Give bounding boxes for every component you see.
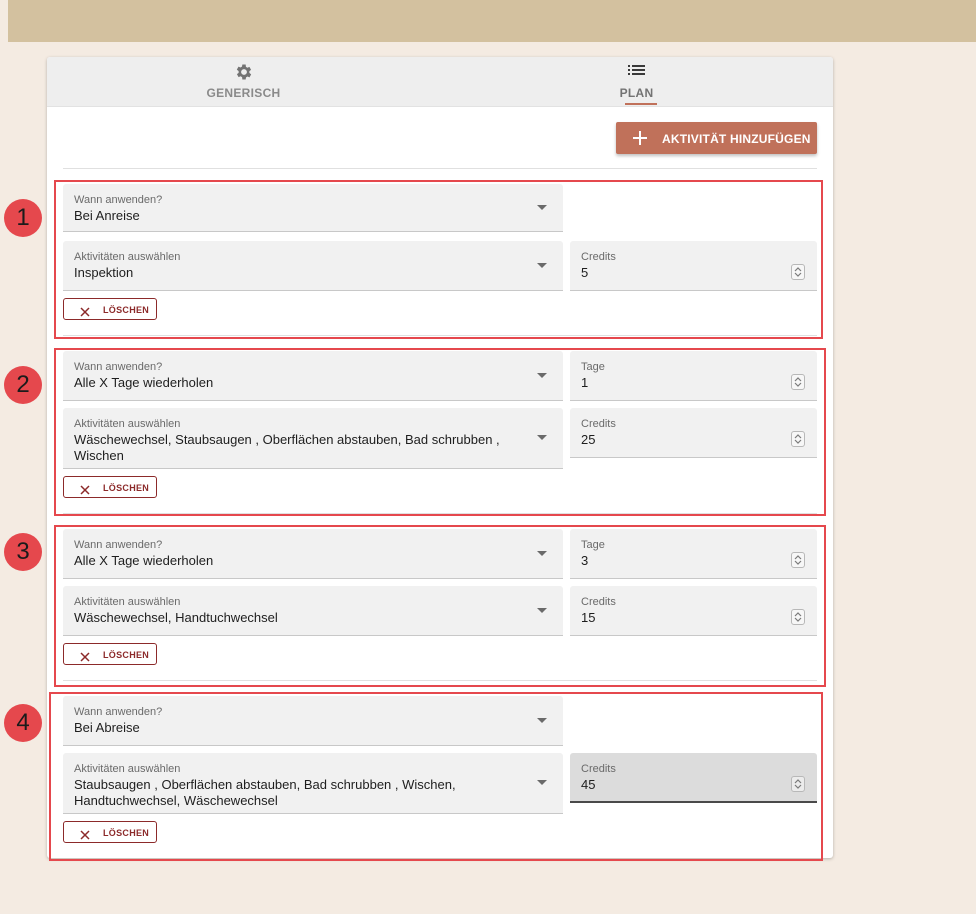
tab-generisch[interactable]: GENERISCH	[47, 57, 440, 107]
delete-label: LÖSCHEN	[103, 650, 150, 660]
activities-value: Staubsaugen , Oberflächen abstauben, Bad…	[74, 777, 456, 808]
add-activity-label: AKTIVITÄT HINZUFÜGEN	[662, 132, 811, 146]
days-value: 1	[581, 375, 589, 390]
days-value: 3	[581, 553, 589, 568]
credits-input-1[interactable]: Credits 5	[570, 241, 817, 291]
credits-input-3[interactable]: Credits 15	[570, 586, 817, 636]
dropdown-caret-icon	[537, 607, 547, 613]
when-value: Alle X Tage wiederholen	[74, 375, 214, 390]
spinner-icon[interactable]	[791, 609, 805, 625]
when-select-3[interactable]: Wann anwenden? Alle X Tage wiederholen	[63, 529, 563, 579]
credits-value: 45	[581, 777, 596, 792]
plan-card: GENERISCH PLAN AKTIVITÄT HINZUFÜGEN Wann…	[47, 57, 833, 858]
tab-plan[interactable]: PLAN	[440, 57, 833, 107]
dropdown-caret-icon	[537, 717, 547, 723]
delete-label: LÖSCHEN	[103, 305, 150, 315]
delete-button-3[interactable]: LÖSCHEN	[63, 643, 157, 665]
spinner-icon[interactable]	[791, 374, 805, 390]
days-input-3[interactable]: Tage 3	[570, 529, 817, 579]
when-value: Bei Abreise	[74, 720, 140, 735]
when-value: Bei Anreise	[74, 208, 140, 223]
credits-value: 25	[581, 432, 596, 447]
credits-value: 5	[581, 265, 589, 280]
delete-button-4[interactable]: LÖSCHEN	[63, 821, 157, 843]
delete-button-2[interactable]: LÖSCHEN	[63, 476, 157, 498]
divider	[63, 168, 817, 169]
list-icon	[627, 62, 646, 83]
credits-value: 15	[581, 610, 596, 625]
when-label: Wann anwenden?	[74, 194, 163, 206]
dropdown-caret-icon	[537, 204, 547, 210]
activities-value: Wäschewechsel, Staubsaugen , Oberflächen…	[74, 432, 500, 463]
credits-label: Credits	[581, 251, 616, 263]
spinner-icon[interactable]	[791, 431, 805, 447]
active-tab-indicator	[625, 103, 657, 105]
spinner-icon[interactable]	[791, 264, 805, 280]
when-label: Wann anwenden?	[74, 361, 163, 373]
annotation-badge-2: 2	[4, 366, 42, 404]
when-label: Wann anwenden?	[74, 706, 163, 718]
delete-button-1[interactable]: LÖSCHEN	[63, 298, 157, 320]
dropdown-caret-icon	[537, 550, 547, 556]
credits-input-2[interactable]: Credits 25	[570, 408, 817, 458]
dropdown-caret-icon	[537, 372, 547, 378]
add-activity-button[interactable]: AKTIVITÄT HINZUFÜGEN	[616, 122, 817, 154]
plus-icon	[632, 130, 648, 151]
tab-generisch-label: GENERISCH	[206, 86, 281, 100]
when-label: Wann anwenden?	[74, 539, 163, 551]
close-icon	[80, 304, 90, 322]
spinner-icon[interactable]	[791, 552, 805, 568]
activities-value: Inspektion	[74, 265, 134, 280]
dropdown-caret-icon	[537, 435, 547, 440]
tab-bar: GENERISCH PLAN	[47, 57, 833, 107]
delete-label: LÖSCHEN	[103, 828, 150, 838]
activities-label: Aktivitäten auswählen	[74, 418, 181, 430]
delete-label: LÖSCHEN	[103, 483, 150, 493]
activities-select-4[interactable]: Aktivitäten auswählen Staubsaugen , Ober…	[63, 753, 563, 814]
credits-label: Credits	[581, 596, 616, 608]
divider	[63, 513, 817, 514]
close-icon	[80, 649, 90, 667]
activities-value: Wäschewechsel, Handtuchwechsel	[74, 610, 278, 625]
spinner-icon[interactable]	[791, 776, 805, 792]
gear-icon	[234, 62, 254, 87]
activities-select-1[interactable]: Aktivitäten auswählen Inspektion	[63, 241, 563, 291]
credits-label: Credits	[581, 763, 616, 775]
activities-label: Aktivitäten auswählen	[74, 763, 181, 775]
days-label: Tage	[581, 539, 605, 551]
annotation-badge-1: 1	[4, 199, 42, 237]
top-bar	[8, 0, 976, 42]
annotation-badge-3: 3	[4, 533, 42, 571]
when-select-1[interactable]: Wann anwenden? Bei Anreise	[63, 184, 563, 232]
when-value: Alle X Tage wiederholen	[74, 553, 214, 568]
days-label: Tage	[581, 361, 605, 373]
days-input-2[interactable]: Tage 1	[570, 351, 817, 401]
close-icon	[80, 482, 90, 500]
activities-select-2[interactable]: Aktivitäten auswählen Wäschewechsel, Sta…	[63, 408, 563, 469]
divider	[63, 335, 817, 336]
annotation-badge-4: 4	[4, 704, 42, 742]
dropdown-caret-icon	[537, 262, 547, 268]
when-select-4[interactable]: Wann anwenden? Bei Abreise	[63, 696, 563, 746]
activities-label: Aktivitäten auswählen	[74, 596, 181, 608]
when-select-2[interactable]: Wann anwenden? Alle X Tage wiederholen	[63, 351, 563, 401]
divider	[63, 680, 817, 681]
tab-plan-label: PLAN	[619, 86, 654, 100]
activities-label: Aktivitäten auswählen	[74, 251, 181, 263]
dropdown-caret-icon	[537, 780, 547, 785]
credits-input-4[interactable]: Credits 45	[570, 753, 817, 803]
close-icon	[80, 827, 90, 845]
credits-label: Credits	[581, 418, 616, 430]
activities-select-3[interactable]: Aktivitäten auswählen Wäschewechsel, Han…	[63, 586, 563, 636]
